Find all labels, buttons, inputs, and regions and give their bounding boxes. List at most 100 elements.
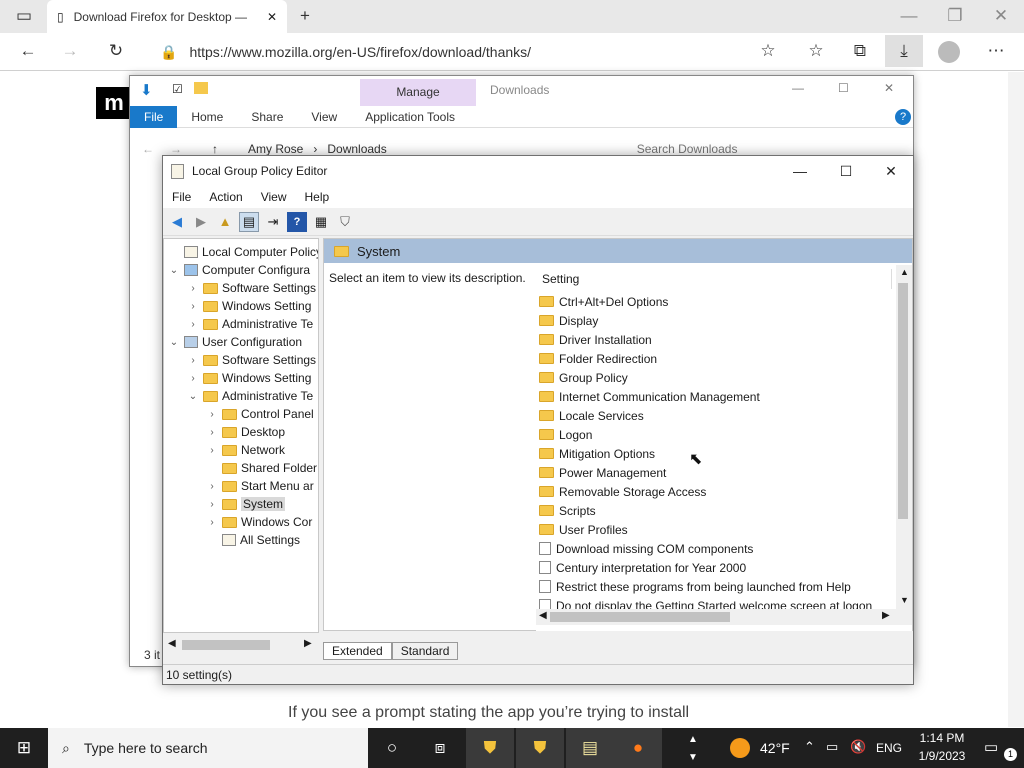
tree-item[interactable]: Local Computer Policy bbox=[168, 243, 318, 261]
taskbar-scroll-up-icon[interactable]: ▲ bbox=[688, 734, 698, 745]
properties-icon[interactable]: ▦ bbox=[311, 212, 331, 232]
setting-folder-row[interactable]: Internet Communication Management bbox=[539, 387, 760, 406]
horizontal-scroll-thumb[interactable] bbox=[550, 612, 730, 622]
tab-standard[interactable]: Standard bbox=[391, 642, 459, 660]
collapsed-icon[interactable]: › bbox=[206, 409, 218, 420]
path-downloads[interactable]: Downloads bbox=[327, 142, 386, 156]
help-icon[interactable]: ? bbox=[287, 211, 307, 232]
setting-folder-row[interactable]: Ctrl+Alt+Del Options bbox=[539, 292, 668, 311]
tree-item[interactable]: › Windows Setting bbox=[187, 297, 311, 315]
policy-editor-taskbar-icon[interactable]: ▤ bbox=[566, 728, 614, 768]
back-icon[interactable]: ◀ bbox=[167, 212, 187, 232]
setting-folder-row[interactable]: Power Management bbox=[539, 463, 666, 482]
minimize-icon[interactable]: — bbox=[792, 81, 804, 95]
manage-tab[interactable]: Manage bbox=[360, 79, 476, 106]
start-icon[interactable]: ⊞ bbox=[0, 728, 48, 768]
tree-item[interactable]: Shared Folder bbox=[206, 459, 317, 477]
tree-item[interactable]: › Desktop bbox=[206, 423, 285, 441]
expanded-icon[interactable]: ⌄ bbox=[168, 265, 180, 276]
maximize-button[interactable]: ☐ bbox=[823, 156, 869, 186]
ribbon-tab-home[interactable]: Home bbox=[177, 106, 237, 128]
path-amy-rose[interactable]: Amy Rose bbox=[248, 142, 303, 156]
favorites-icon[interactable]: ☆ bbox=[802, 37, 830, 65]
policy-setting-row[interactable]: Century interpretation for Year 2000 bbox=[539, 558, 746, 577]
menu-view[interactable]: View bbox=[252, 190, 296, 204]
language-indicator[interactable]: ENG bbox=[876, 741, 902, 755]
clock-date[interactable]: 1/9/2023 bbox=[912, 749, 972, 763]
tree-scroll-thumb[interactable] bbox=[182, 640, 270, 650]
help-icon[interactable]: ? bbox=[895, 109, 911, 125]
scroll-right-icon[interactable]: ▶ bbox=[304, 638, 312, 649]
cortana-icon[interactable]: ○ bbox=[368, 728, 416, 768]
menu-file[interactable]: File bbox=[163, 190, 200, 204]
downloads-icon[interactable]: ⤓ bbox=[885, 35, 923, 67]
ribbon-tab-view[interactable]: View bbox=[297, 106, 351, 128]
tree-item[interactable]: All Settings bbox=[206, 531, 300, 549]
security-shield-icon-2[interactable]: ⛊ bbox=[516, 728, 564, 768]
setting-folder-row[interactable]: Removable Storage Access bbox=[539, 482, 706, 501]
collapsed-icon[interactable]: › bbox=[206, 427, 218, 438]
more-icon[interactable]: ⋯ bbox=[982, 37, 1010, 65]
maximize-icon[interactable]: ☐ bbox=[838, 81, 849, 95]
setting-folder-row[interactable]: Mitigation Options bbox=[539, 444, 655, 463]
settings-vertical-scrollbar[interactable]: ▲ ▼ bbox=[896, 265, 912, 609]
collapsed-icon[interactable]: › bbox=[187, 373, 199, 384]
browser-tab[interactable]: ▯ Download Firefox for Desktop — ✕ bbox=[47, 0, 287, 33]
export-list-icon[interactable]: ⇥ bbox=[263, 212, 283, 232]
setting-folder-row[interactable]: User Profiles bbox=[539, 520, 628, 539]
tree-horizontal-scrollbar[interactable]: ◀ ▶ bbox=[164, 637, 319, 653]
ribbon-tab-share[interactable]: Share bbox=[237, 106, 297, 128]
minimize-button[interactable]: — bbox=[777, 156, 823, 186]
forward-icon[interactable]: → bbox=[170, 142, 182, 156]
tree-item[interactable]: ⌄ Administrative Te bbox=[187, 387, 313, 405]
collapsed-icon[interactable]: › bbox=[187, 301, 199, 312]
expanded-icon[interactable]: ⌄ bbox=[168, 337, 180, 348]
collapsed-icon[interactable]: › bbox=[187, 319, 199, 330]
url-field[interactable]: 🔒 https://www.mozilla.org/en-US/firefox/… bbox=[150, 37, 740, 67]
back-icon[interactable]: ← bbox=[142, 142, 154, 156]
volume-muted-icon[interactable]: 🔇 bbox=[850, 739, 866, 755]
scroll-left-icon[interactable]: ◀ bbox=[168, 638, 176, 649]
security-shield-icon[interactable]: ⛊ bbox=[466, 728, 514, 768]
collapsed-icon[interactable]: › bbox=[187, 355, 199, 366]
ribbon-tab-application-tools[interactable]: Application Tools bbox=[351, 106, 469, 128]
setting-folder-row[interactable]: Folder Redirection bbox=[539, 349, 657, 368]
scroll-left-icon[interactable]: ◀ bbox=[539, 610, 547, 621]
collapsed-icon[interactable]: › bbox=[187, 283, 199, 294]
show-hidden-icons-icon[interactable]: ⌃ bbox=[804, 739, 815, 755]
policy-setting-row[interactable]: Do not display the Getting Started welco… bbox=[539, 596, 872, 609]
policy-setting-row[interactable]: Download missing COM components bbox=[539, 539, 753, 558]
setting-folder-row[interactable]: Driver Installation bbox=[539, 330, 652, 349]
up-folder-icon[interactable]: ▲ bbox=[215, 212, 235, 232]
collections-icon[interactable]: ⧉ bbox=[846, 37, 874, 65]
tree-item[interactable]: › Windows Setting bbox=[187, 369, 311, 387]
setting-folder-row[interactable]: Group Policy bbox=[539, 368, 628, 387]
firefox-icon[interactable]: ● bbox=[614, 728, 662, 768]
setting-folder-row[interactable]: Display bbox=[539, 311, 598, 330]
page-scrollbar[interactable] bbox=[1008, 72, 1024, 727]
vertical-scroll-thumb[interactable] bbox=[898, 283, 908, 519]
settings-horizontal-scrollbar[interactable]: ◀ ▶ bbox=[536, 609, 912, 625]
task-view-icon[interactable]: ⧈ bbox=[416, 728, 464, 768]
tree-item[interactable]: › Start Menu ar bbox=[206, 477, 313, 495]
back-icon[interactable]: ← bbox=[14, 37, 42, 65]
add-favorite-icon[interactable]: ☆ bbox=[754, 37, 782, 65]
minimize-icon[interactable]: — bbox=[895, 2, 923, 30]
tree-item[interactable]: › Windows Cor bbox=[206, 513, 312, 531]
setting-folder-row[interactable]: Logon bbox=[539, 425, 592, 444]
forward-icon[interactable]: → bbox=[56, 37, 84, 65]
clock-time[interactable]: 1:14 PM bbox=[912, 731, 972, 745]
collapsed-icon[interactable]: › bbox=[206, 481, 218, 492]
filter-icon[interactable]: ⛉ bbox=[335, 212, 355, 232]
scroll-right-icon[interactable]: ▶ bbox=[882, 610, 890, 621]
notification-center-icon[interactable]: ▭ bbox=[984, 738, 998, 756]
tree-item[interactable]: › System bbox=[206, 495, 286, 513]
menu-action[interactable]: Action bbox=[200, 190, 251, 204]
restore-icon[interactable]: ❐ bbox=[941, 2, 969, 30]
tab-actions-icon[interactable]: ▭ bbox=[10, 2, 38, 30]
weather-temp[interactable]: 42°F bbox=[760, 740, 790, 756]
scroll-up-icon[interactable]: ▲ bbox=[900, 267, 909, 277]
taskbar-scroll-down-icon[interactable]: ▼ bbox=[688, 752, 698, 763]
tree-item[interactable]: ⌄ Computer Configura bbox=[168, 261, 310, 279]
tree-item[interactable]: › Control Panel bbox=[206, 405, 313, 423]
